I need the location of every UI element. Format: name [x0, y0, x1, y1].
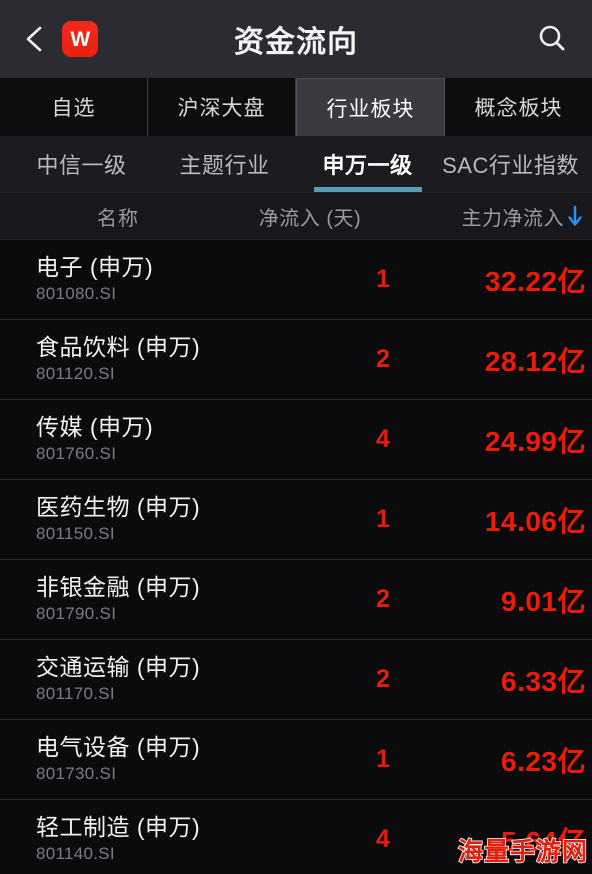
row-days-value: 1 [376, 505, 390, 533]
tab-hushen-dapan[interactable]: 沪深大盘 [148, 78, 296, 136]
sector-fund-flow-list: 电子 (申万) 801080.SI 1 32.22亿 食品饮料 (申万) 801… [0, 240, 592, 874]
table-row[interactable]: 食品饮料 (申万) 801120.SI 2 28.12亿 [0, 320, 592, 400]
row-sector-code: 801760.SI [36, 443, 117, 463]
row-sector-name: 电气设备 (申万) [36, 733, 201, 760]
tab-zixuan[interactable]: 自选 [0, 78, 148, 136]
row-sector-code: 801170.SI [36, 683, 115, 703]
row-main-inflow-value: 28.12亿 [484, 345, 586, 377]
column-header-days[interactable]: 净流入 (天) [236, 202, 384, 231]
row-name-cell: 轻工制造 (申万) 801140.SI [0, 813, 352, 864]
nav-left-group: W [22, 21, 98, 57]
table-row[interactable]: 交通运输 (申万) 801170.SI 2 6.33亿 [0, 640, 592, 720]
table-row[interactable]: 电子 (申万) 801080.SI 1 32.22亿 [0, 240, 592, 320]
column-header-name[interactable]: 名称 [0, 202, 236, 231]
row-main-inflow-value: 6.33亿 [501, 665, 586, 697]
row-sector-code: 801140.SI [36, 843, 115, 863]
subtab-shenwan-yiji[interactable]: 申万一级 [296, 136, 439, 192]
tab-hangye-bankuai[interactable]: 行业板块 [296, 78, 445, 136]
row-days-value: 2 [376, 585, 390, 613]
tab-hushen-dapan-label: 沪深大盘 [177, 97, 266, 120]
tab-gainian-bankuai-label: 概念板块 [474, 97, 563, 120]
nav-right-group [534, 21, 570, 57]
row-sector-name: 电子 (申万) [36, 253, 154, 280]
column-header-main-inflow[interactable]: 主力净流入 [384, 202, 592, 231]
table-column-header: 名称 净流入 (天) 主力净流入 [0, 192, 592, 240]
sort-descending-arrow-icon [568, 205, 582, 226]
nav-header: W 资金流向 [0, 0, 592, 78]
row-sector-code: 801150.SI [36, 523, 115, 543]
table-row[interactable]: 传媒 (申万) 801760.SI 4 24.99亿 [0, 400, 592, 480]
row-days-value: 1 [376, 745, 390, 773]
subtab-zhuti-hangye-label: 主题行业 [179, 153, 270, 178]
app-logo-letter: W [70, 27, 90, 51]
row-sector-name: 非银金融 (申万) [36, 573, 201, 600]
row-name-cell: 传媒 (申万) 801760.SI [0, 413, 352, 464]
row-days-value: 2 [376, 665, 390, 693]
search-button[interactable] [534, 21, 570, 57]
column-header-days-label: 净流入 (天) [258, 207, 362, 230]
row-name-cell: 非银金融 (申万) 801790.SI [0, 573, 352, 624]
row-sector-name: 传媒 (申万) [36, 413, 154, 440]
table-row[interactable]: 医药生物 (申万) 801150.SI 1 14.06亿 [0, 480, 592, 560]
subtab-shenwan-yiji-label: 申万一级 [322, 153, 413, 178]
subtab-zhongxin-yiji-label: 中信一级 [36, 153, 127, 178]
subtab-sac-hangye-zhishu[interactable]: SAC行业指数 [439, 136, 582, 192]
row-sector-name: 食品饮料 (申万) [36, 333, 201, 360]
row-main-inflow-value: 5.64亿 [501, 825, 586, 857]
table-row[interactable]: 电气设备 (申万) 801730.SI 1 6.23亿 [0, 720, 592, 800]
subtab-zhuti-hangye[interactable]: 主题行业 [153, 136, 296, 192]
row-name-cell: 电子 (申万) 801080.SI [0, 253, 352, 304]
column-header-name-label: 名称 [97, 207, 139, 230]
row-name-cell: 医药生物 (申万) 801150.SI [0, 493, 352, 544]
row-main-inflow-value: 6.23亿 [501, 745, 586, 777]
row-name-cell: 交通运输 (申万) 801170.SI [0, 653, 352, 704]
row-sector-code: 801120.SI [36, 363, 115, 383]
row-days-value: 4 [376, 425, 390, 453]
subtab-sac-hangye-zhishu-label: SAC行业指数 [442, 153, 579, 178]
row-main-inflow-value: 9.01亿 [501, 585, 586, 617]
page-title-text: 资金流向 [234, 26, 358, 59]
active-tab-underline [313, 187, 422, 192]
tab-hangye-bankuai-label: 行业板块 [326, 97, 415, 121]
app-root: W 资金流向 自选 沪深大盘 行业板块 概念板块 中信一级 主题行业 申万一级 … [0, 0, 592, 874]
search-icon [539, 25, 565, 51]
column-header-main-inflow-label: 主力净流入 [461, 207, 564, 230]
row-days-value: 2 [376, 345, 390, 373]
row-sector-code: 801730.SI [36, 763, 117, 783]
tab-gainian-bankuai[interactable]: 概念板块 [445, 78, 592, 136]
row-days-value: 4 [376, 825, 390, 853]
table-row[interactable]: 轻工制造 (申万) 801140.SI 4 5.64亿 [0, 800, 592, 874]
app-logo[interactable]: W [62, 21, 98, 57]
row-name-cell: 食品饮料 (申万) 801120.SI [0, 333, 352, 384]
row-days-value: 1 [376, 265, 390, 293]
row-main-inflow-value: 14.06亿 [484, 505, 586, 537]
subtab-zhongxin-yiji[interactable]: 中信一级 [10, 136, 153, 192]
secondary-tab-bar: 中信一级 主题行业 申万一级 SAC行业指数 [0, 136, 592, 192]
row-sector-name: 医药生物 (申万) [36, 493, 201, 520]
row-sector-name: 轻工制造 (申万) [36, 813, 201, 840]
row-sector-name: 交通运输 (申万) [36, 653, 201, 680]
row-sector-code: 801790.SI [36, 603, 117, 623]
table-row[interactable]: 非银金融 (申万) 801790.SI 2 9.01亿 [0, 560, 592, 640]
row-sector-code: 801080.SI [36, 283, 117, 303]
tab-zixuan-label: 自选 [51, 97, 96, 120]
primary-tab-bar: 自选 沪深大盘 行业板块 概念板块 [0, 78, 592, 136]
row-main-inflow-value: 24.99亿 [484, 425, 586, 457]
row-main-inflow-value: 32.22亿 [484, 265, 586, 297]
row-name-cell: 电气设备 (申万) 801730.SI [0, 733, 352, 784]
back-chevron-icon [26, 26, 42, 52]
back-button[interactable] [22, 24, 48, 54]
